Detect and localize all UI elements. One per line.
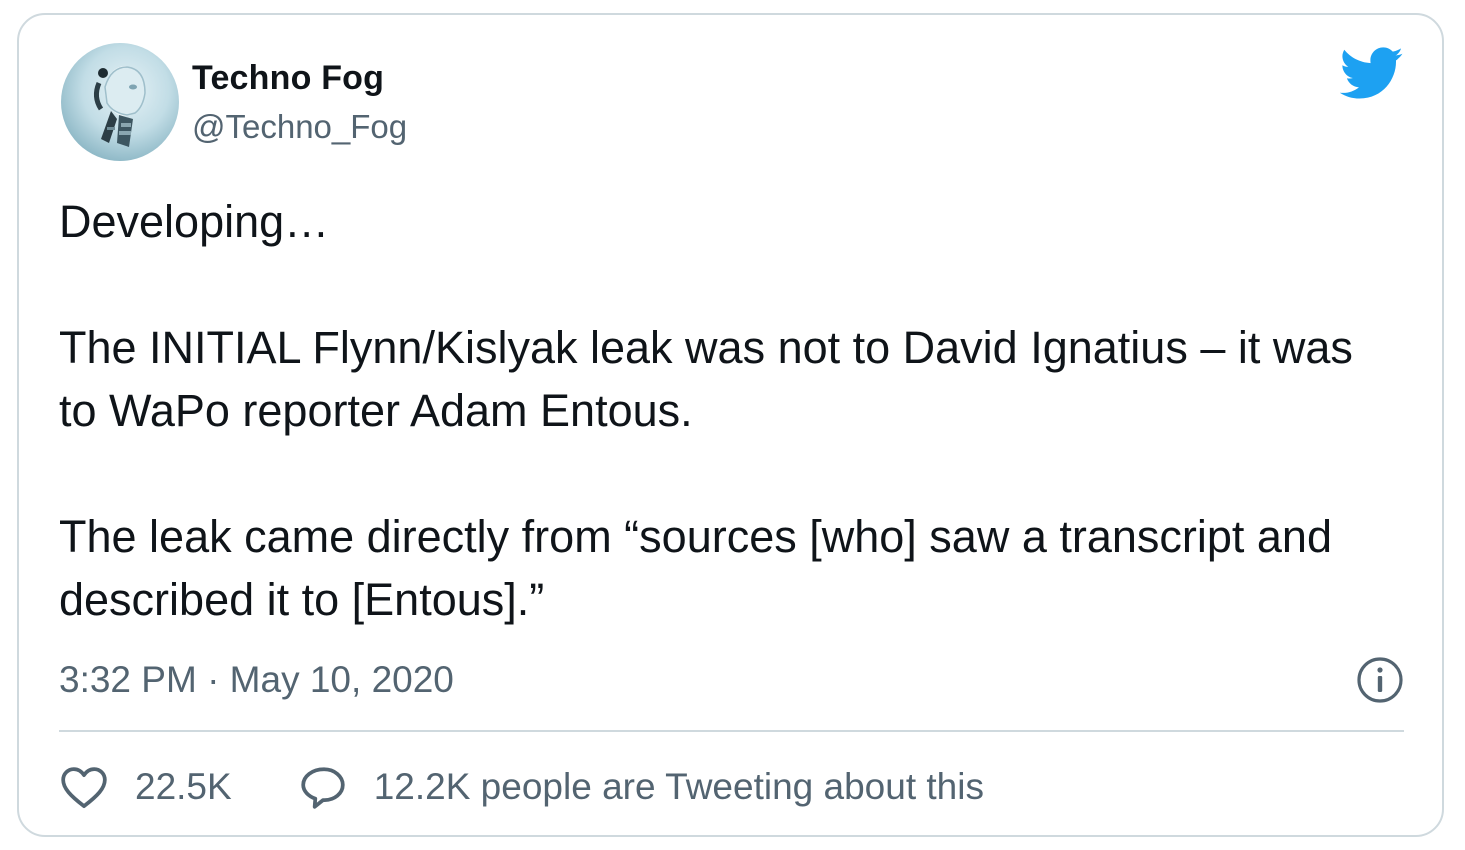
twitter-bird-icon[interactable] [1339,47,1404,101]
tweet-card[interactable]: Techno Fog @Techno_Fog Developing… The I… [17,13,1444,837]
display-name[interactable]: Techno Fog [192,59,384,98]
tweeting-about-text: 12.2K people are Tweeting about this [373,766,984,807]
speech-bubble-icon [301,767,345,809]
heart-icon [61,767,107,809]
like-count: 22.5K [135,766,232,807]
like-button[interactable]: 22.5K [59,762,232,812]
user-handle[interactable]: @Techno_Fog [192,108,407,146]
tweet-actions: 22.5K 12.2K people are Tweeting about th… [59,757,984,817]
robot-portrait-icon [93,66,146,147]
info-icon[interactable] [1356,656,1404,704]
avatar[interactable] [61,43,179,161]
divider [59,730,1404,732]
tweet-timestamp[interactable]: 3:32 PM · May 10, 2020 [59,659,454,701]
tweet-text: Developing… The INITIAL Flynn/Kislyak le… [59,196,1353,625]
tweeting-about-link[interactable]: 12.2K people are Tweeting about this [298,762,984,812]
